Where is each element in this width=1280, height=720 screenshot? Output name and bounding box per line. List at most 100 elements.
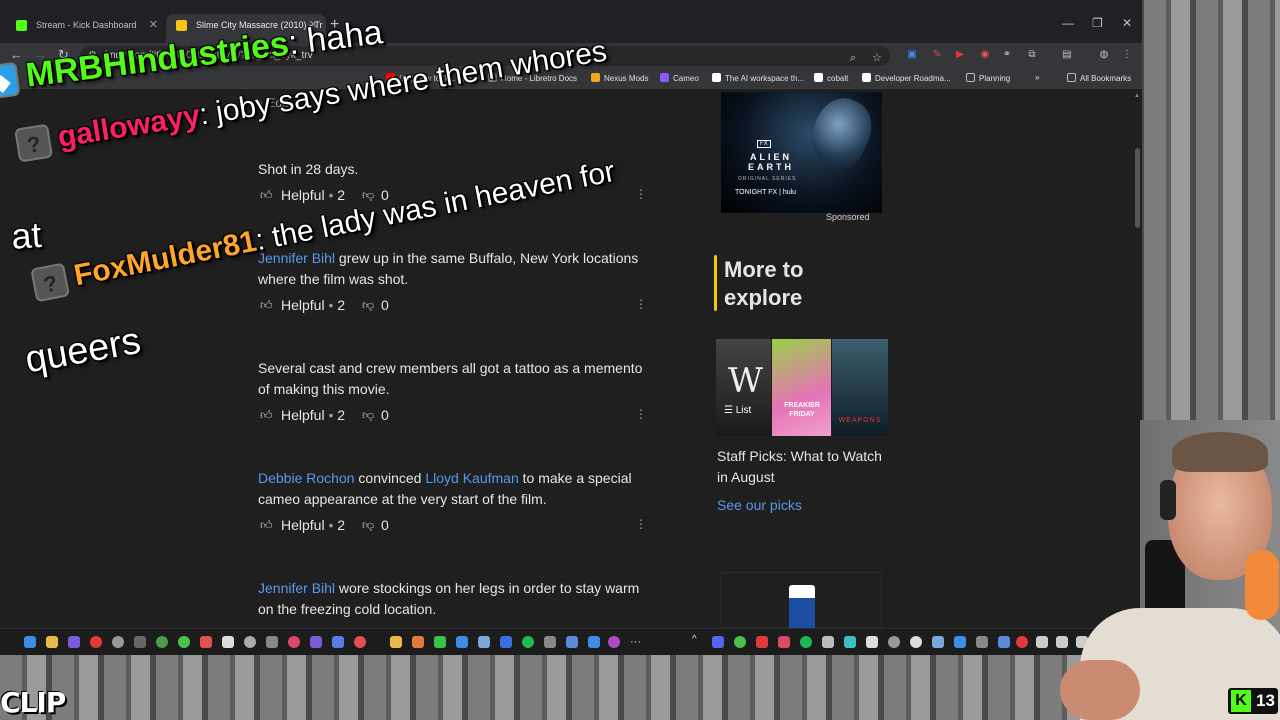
tray-icon[interactable] <box>954 636 966 648</box>
extension-icon[interactable]: ⚭ <box>1000 48 1014 62</box>
staff-picks-posters[interactable]: W ☰ List FREAKIER FRIDAY WEAPONS <box>716 339 888 436</box>
tray-icon[interactable] <box>888 636 900 648</box>
more-options-icon[interactable]: ⋮ <box>635 297 647 311</box>
product-bottle-image <box>789 585 815 629</box>
app-icon[interactable] <box>134 636 146 648</box>
tray-icon[interactable] <box>822 636 834 648</box>
app-icon[interactable] <box>222 636 234 648</box>
chrome-icon[interactable] <box>156 636 168 648</box>
menu-icon[interactable]: ⋮ <box>1120 48 1134 62</box>
window-close-icon[interactable]: ✕ <box>1122 16 1132 30</box>
maximize-icon[interactable]: ❐ <box>1092 16 1103 30</box>
product-ad[interactable] <box>720 572 882 629</box>
see-our-picks-link[interactable]: See our picks <box>717 497 802 513</box>
folder-icon <box>1067 73 1076 82</box>
tray-icon[interactable] <box>866 636 878 648</box>
extension-icon[interactable]: ◉ <box>978 48 992 62</box>
more-bookmarks-icon[interactable]: » <box>1035 73 1039 82</box>
app-icon[interactable] <box>390 636 402 648</box>
bookmark-item[interactable]: cobalt <box>814 73 848 83</box>
steam-icon[interactable] <box>478 636 490 648</box>
thumbs-down-icon[interactable]: 👎︎ <box>362 298 374 313</box>
zoom-icon[interactable]: ⌕ <box>850 48 856 68</box>
app-icon[interactable] <box>90 636 102 648</box>
tray-icon[interactable] <box>844 636 856 648</box>
thumbs-up-icon[interactable]: 👍︎ <box>260 188 273 203</box>
minimize-icon[interactable]: — <box>1062 16 1074 30</box>
spotify-icon[interactable] <box>522 636 534 648</box>
app-icon[interactable] <box>112 636 124 648</box>
app-icon[interactable] <box>310 636 322 648</box>
more-to-explore-heading: More to explore <box>724 257 804 310</box>
thumbs-down-icon[interactable]: 👎︎ <box>362 408 374 423</box>
app-icon[interactable] <box>456 636 468 648</box>
scroll-up-icon[interactable]: ▲ <box>1134 93 1140 99</box>
person-link[interactable]: Jennifer Bihl <box>258 580 335 596</box>
scrollbar-thumb[interactable] <box>1135 148 1140 228</box>
tray-icon[interactable] <box>932 636 944 648</box>
start-icon[interactable] <box>24 636 36 648</box>
tray-icon[interactable] <box>976 636 988 648</box>
tab-kick-dashboard[interactable]: Stream - Kick Dashboard ✕ <box>6 14 166 43</box>
more-apps-icon[interactable]: ··· <box>630 636 642 648</box>
app-icon[interactable] <box>500 636 512 648</box>
app-icon[interactable] <box>354 636 366 648</box>
profile-icon[interactable]: ◍ <box>1097 48 1111 62</box>
app-icon[interactable] <box>412 636 424 648</box>
streamer-webcam <box>1040 420 1280 720</box>
app-icon[interactable] <box>288 636 300 648</box>
app-icon[interactable] <box>244 636 256 648</box>
thumbs-down-icon[interactable]: 👎︎ <box>362 518 374 533</box>
obs-icon[interactable] <box>608 636 620 648</box>
tray-icon[interactable] <box>734 636 746 648</box>
alien-earth-ad[interactable]: FX ALIEN EARTH ORIGINAL SERIES TONIGHT F… <box>721 89 882 213</box>
bookmark-item[interactable]: Developer Roadma... <box>862 73 951 83</box>
notion-icon <box>712 73 721 82</box>
bookmark-item[interactable]: Nexus Mods <box>591 73 648 83</box>
app-icon[interactable] <box>544 636 556 648</box>
more-options-icon[interactable]: ⋮ <box>635 187 647 201</box>
tray-icon[interactable] <box>800 636 812 648</box>
person-link[interactable]: Lloyd Kaufman <box>425 470 518 486</box>
tray-chevron-icon[interactable]: ^ <box>692 634 697 645</box>
close-icon[interactable]: ✕ <box>149 14 158 37</box>
side-panel-icon[interactable]: ▤ <box>1060 48 1074 62</box>
tray-icon[interactable] <box>1016 636 1028 648</box>
bookmark-item[interactable]: The AI workspace th... <box>712 73 804 83</box>
bookmark-folder[interactable]: Planning <box>966 73 1010 83</box>
extension-icon[interactable]: ✎ <box>930 48 944 62</box>
person-link[interactable]: Debbie Rochon <box>258 470 355 486</box>
file-explorer-icon[interactable] <box>46 636 58 648</box>
helpful-label: Helpful <box>281 517 325 533</box>
more-options-icon[interactable]: ⋮ <box>635 517 647 531</box>
app-icon[interactable] <box>588 636 600 648</box>
thumbs-up-icon[interactable]: 👍︎ <box>260 408 273 423</box>
nexus-icon <box>591 73 600 82</box>
app-icon[interactable] <box>266 636 278 648</box>
ad-title: ALIEN EARTH <box>748 152 794 172</box>
more-options-icon[interactable]: ⋮ <box>635 407 647 421</box>
staff-picks-title[interactable]: Staff Picks: What to Watch in August <box>717 446 887 488</box>
poster-freakier-friday: FREAKIER FRIDAY <box>772 339 831 436</box>
bookmark-star-icon[interactable]: ☆ <box>872 48 882 68</box>
bookmark-item[interactable]: Cameo <box>660 73 699 83</box>
imdb-icon <box>176 20 187 31</box>
app-icon[interactable] <box>332 636 344 648</box>
tray-icon[interactable] <box>998 636 1010 648</box>
app-icon[interactable] <box>68 636 80 648</box>
tray-icon[interactable] <box>778 636 790 648</box>
bookmark-folder[interactable]: All Bookmarks <box>1067 73 1131 83</box>
tray-icon[interactable] <box>756 636 768 648</box>
extension-icon[interactable]: ▣ <box>905 48 919 62</box>
extension-icon[interactable]: ▶ <box>953 48 967 62</box>
thumbs-up-icon[interactable]: 👍︎ <box>260 298 273 313</box>
app-icon[interactable] <box>178 636 190 648</box>
puzzle-icon[interactable]: ⧉ <box>1025 48 1039 62</box>
app-icon[interactable] <box>566 636 578 648</box>
app-icon[interactable] <box>434 636 446 648</box>
thumbs-up-icon[interactable]: 👍︎ <box>260 518 273 533</box>
discord-icon[interactable] <box>712 636 724 648</box>
app-icon[interactable] <box>200 636 212 648</box>
helpful-bar: 👍︎ Helpful • 2 👎︎ 0 ⋮ <box>260 517 647 533</box>
tray-icon[interactable] <box>910 636 922 648</box>
